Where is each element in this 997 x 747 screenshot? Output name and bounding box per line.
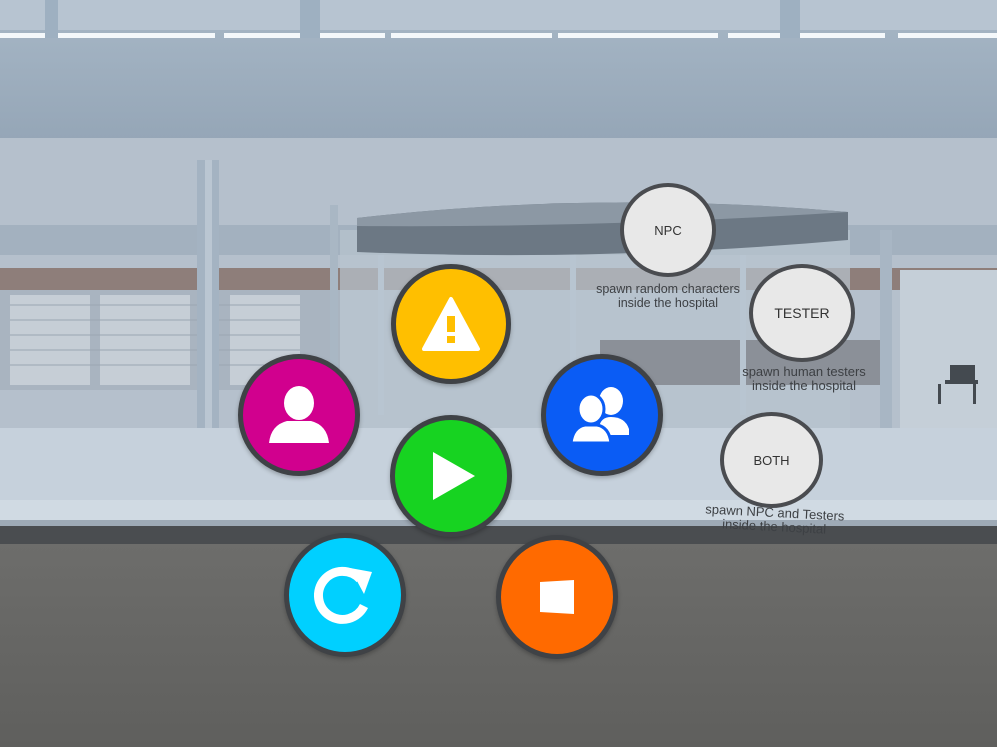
warning-button[interactable] [391,264,511,384]
spawn-tester-label: TESTER [774,305,830,321]
warning-icon [421,294,481,354]
group-button[interactable] [541,354,663,476]
reset-button[interactable] [284,533,406,657]
spawn-tester-description: spawn human testers inside the hospital [742,364,866,393]
spawn-both-label: BOTH [753,452,790,468]
stop-button[interactable] [496,535,618,659]
spawn-npc-label: NPC [654,222,682,238]
person-icon [267,383,331,447]
spawn-both-button[interactable]: BOTH [720,412,823,508]
spawn-tester-button[interactable]: TESTER [749,264,855,362]
refresh-icon [312,562,378,628]
spawn-npc-description: spawn random characters inside the hospi… [596,282,740,310]
play-icon [423,448,479,504]
play-button[interactable] [390,415,512,537]
stop-icon [537,577,577,617]
person-button[interactable] [238,354,360,476]
group-icon [569,385,635,445]
spawn-npc-button[interactable]: NPC [620,183,716,277]
